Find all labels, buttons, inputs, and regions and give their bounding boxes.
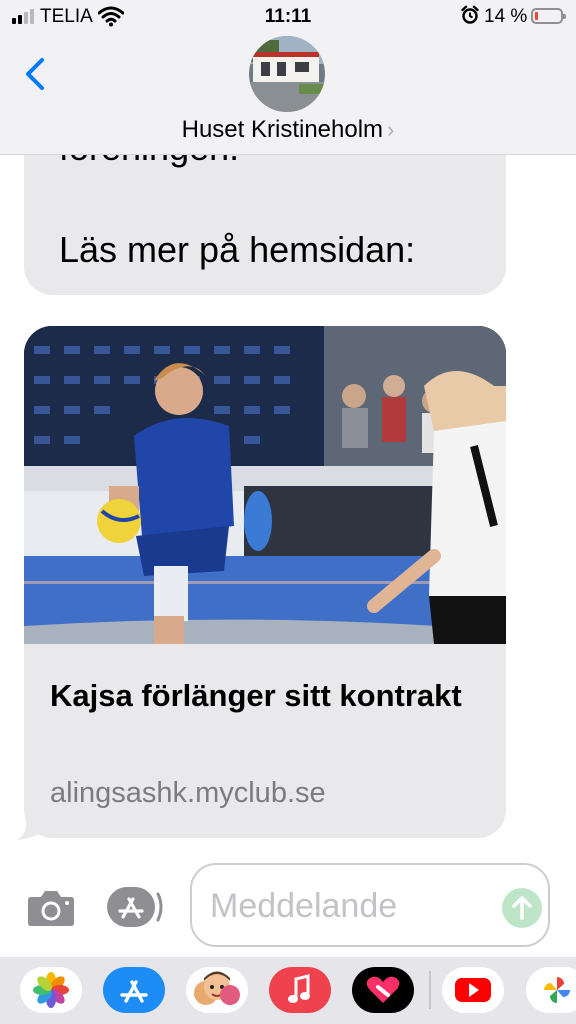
app-drawer [0, 957, 576, 1024]
contact-name: Huset Kristineholm [181, 116, 384, 143]
message-input[interactable]: Meddelande [190, 863, 550, 947]
link-preview-url: alingsashk.myclub.se [50, 777, 326, 809]
app-store-icon[interactable] [106, 886, 164, 928]
google-photos-icon[interactable] [526, 967, 576, 1013]
back-chevron-icon[interactable] [20, 54, 50, 94]
message-bubble[interactable]: föreningen. Läs mer på hemsidan: [24, 155, 506, 295]
app-store-icon[interactable] [103, 967, 165, 1013]
battery-percent: 14 % [484, 6, 528, 27]
contact-avatar[interactable] [249, 36, 325, 112]
send-arrow-icon[interactable] [502, 888, 542, 928]
link-preview-card[interactable]: Kajsa förlänger sitt kontrakt alingsashk… [24, 326, 506, 838]
message-text-line: föreningen. [59, 155, 239, 169]
alarm-icon [461, 5, 479, 24]
drawer-divider [429, 971, 431, 1009]
music-icon[interactable] [269, 967, 331, 1013]
chevron-right-icon: › [387, 117, 395, 142]
camera-icon[interactable] [27, 887, 75, 927]
status-bar: TELIA 11:11 14 % [0, 0, 576, 34]
battery-icon [531, 8, 566, 24]
photos-icon[interactable] [20, 967, 82, 1013]
memoji-icon[interactable] [186, 967, 248, 1013]
conversation-header: TELIA 11:11 14 % Huset Kristineholm › [0, 0, 576, 155]
contact-name-button[interactable]: Huset Kristineholm › [0, 116, 576, 144]
message-thread[interactable]: föreningen. Läs mer på hemsidan: [0, 155, 576, 855]
message-placeholder: Meddelande [210, 887, 398, 925]
youtube-icon[interactable] [442, 967, 504, 1013]
handball-player-photo [24, 326, 506, 644]
bubble-tail [16, 817, 42, 840]
message-text-line: Läs mer på hemsidan: [59, 229, 416, 270]
fitness-heart-icon[interactable] [352, 967, 414, 1013]
link-preview-title: Kajsa förlänger sitt kontrakt [50, 678, 462, 713]
